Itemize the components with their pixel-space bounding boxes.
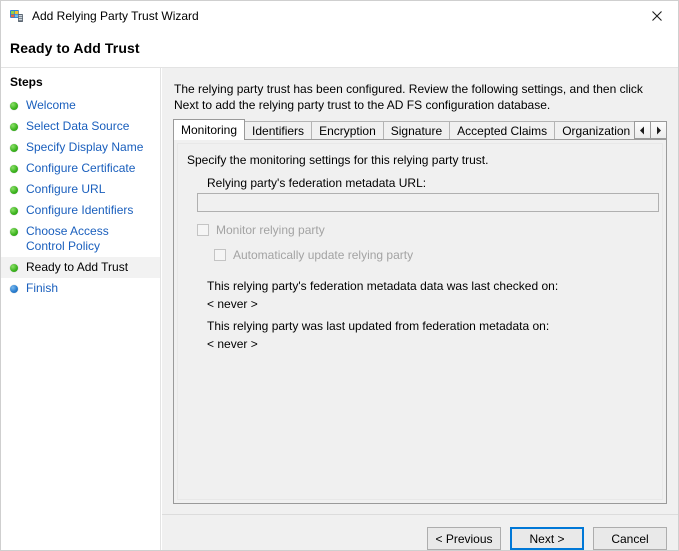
monitoring-instruction: Specify the monitoring settings for this… — [187, 153, 489, 167]
page-title: Ready to Add Trust — [10, 40, 140, 56]
wizard-window: Add Relying Party Trust Wizard Ready to … — [0, 0, 679, 551]
intro-text: The relying party trust has been configu… — [174, 82, 643, 112]
sidebar-item-label: Configure Certificate — [26, 161, 136, 175]
tab-scroll-buttons — [634, 121, 667, 139]
last-updated-value: < never > — [207, 337, 258, 351]
step-bullet-green-icon — [10, 228, 18, 236]
tab-encryption[interactable]: Encryption — [311, 121, 384, 140]
auto-update-relying-party-checkbox-row[interactable]: Automatically update relying party — [214, 248, 413, 262]
auto-update-relying-party-checkbox[interactable] — [214, 249, 226, 261]
sidebar-item-configure-identifiers[interactable]: Configure Identifiers — [1, 200, 160, 221]
tab-page-monitoring: Specify the monitoring settings for this… — [173, 139, 667, 504]
step-bullet-blue-icon — [10, 285, 18, 293]
monitor-relying-party-label: Monitor relying party — [216, 223, 325, 237]
sidebar-item-finish[interactable]: Finish — [1, 278, 160, 299]
sidebar-item-welcome[interactable]: Welcome — [1, 95, 160, 116]
tab-organization[interactable]: Organization — [554, 121, 639, 140]
last-checked-label: This relying party's federation metadata… — [207, 279, 559, 293]
step-bullet-green-icon — [10, 165, 18, 173]
steps-sidebar: Steps Welcome Select Data Source Specify… — [1, 68, 161, 550]
tab-page-inner-frame: Specify the monitoring settings for this… — [177, 143, 663, 500]
last-checked-value: < never > — [207, 297, 258, 311]
adfs-wizard-icon — [9, 8, 25, 24]
metadata-url-input[interactable] — [197, 193, 659, 212]
sidebar-item-label: Choose Access Control Policy — [26, 224, 109, 253]
sidebar-item-label: Select Data Source — [26, 119, 130, 133]
previous-button[interactable]: < Previous — [427, 527, 501, 550]
window-title: Add Relying Party Trust Wizard — [32, 8, 199, 23]
last-updated-label: This relying party was last updated from… — [207, 319, 550, 333]
monitor-relying-party-checkbox[interactable] — [197, 224, 209, 236]
tab-identifiers[interactable]: Identifiers — [244, 121, 313, 140]
sidebar-item-select-data-source[interactable]: Select Data Source — [1, 116, 160, 137]
footer-bar: < Previous Next > Cancel — [162, 515, 678, 550]
step-bullet-green-icon — [10, 264, 18, 272]
step-bullet-green-icon — [10, 102, 18, 110]
scroll-right-icon[interactable] — [650, 121, 667, 139]
scroll-left-icon[interactable] — [634, 121, 651, 139]
monitor-relying-party-checkbox-row[interactable]: Monitor relying party — [197, 223, 325, 237]
tab-signature[interactable]: Signature — [382, 121, 451, 140]
sidebar-item-configure-url[interactable]: Configure URL — [1, 179, 160, 200]
auto-update-relying-party-label: Automatically update relying party — [233, 248, 414, 262]
sidebar-item-label: Ready to Add Trust — [26, 260, 129, 274]
tab-strip: Monitoring Identifiers Encryption Signat… — [173, 119, 667, 140]
steps-heading: Steps — [10, 75, 43, 89]
step-bullet-green-icon — [10, 123, 18, 131]
close-icon[interactable] — [634, 1, 678, 30]
sidebar-item-label: Specify Display Name — [26, 140, 144, 154]
sidebar-item-label: Welcome — [26, 98, 76, 112]
step-bullet-green-icon — [10, 144, 18, 152]
cancel-button[interactable]: Cancel — [593, 527, 667, 550]
tab-accepted-claims[interactable]: Accepted Claims — [449, 121, 556, 140]
settings-tab-control: Monitoring Identifiers Encryption Signat… — [173, 119, 667, 504]
sidebar-item-choose-access-control-policy[interactable]: Choose Access Control Policy — [1, 221, 160, 257]
step-bullet-green-icon — [10, 207, 18, 215]
sidebar-item-label: Configure Identifiers — [26, 203, 134, 217]
footer-buttons: < Previous Next > Cancel — [427, 527, 667, 550]
sidebar-item-label: Configure URL — [26, 182, 106, 196]
metadata-url-label: Relying party's federation metadata URL: — [207, 176, 427, 190]
sidebar-item-ready-to-add-trust[interactable]: Ready to Add Trust — [1, 257, 160, 278]
page-header: Ready to Add Trust — [1, 30, 678, 67]
main-content: The relying party trust has been configu… — [162, 68, 678, 550]
sidebar-item-label: Finish — [26, 281, 59, 295]
next-button[interactable]: Next > — [510, 527, 584, 550]
tab-monitoring[interactable]: Monitoring — [173, 119, 246, 140]
sidebar-item-configure-certificate[interactable]: Configure Certificate — [1, 158, 160, 179]
sidebar-item-specify-display-name[interactable]: Specify Display Name — [1, 137, 160, 158]
step-bullet-green-icon — [10, 186, 18, 194]
title-bar: Add Relying Party Trust Wizard — [1, 1, 678, 30]
